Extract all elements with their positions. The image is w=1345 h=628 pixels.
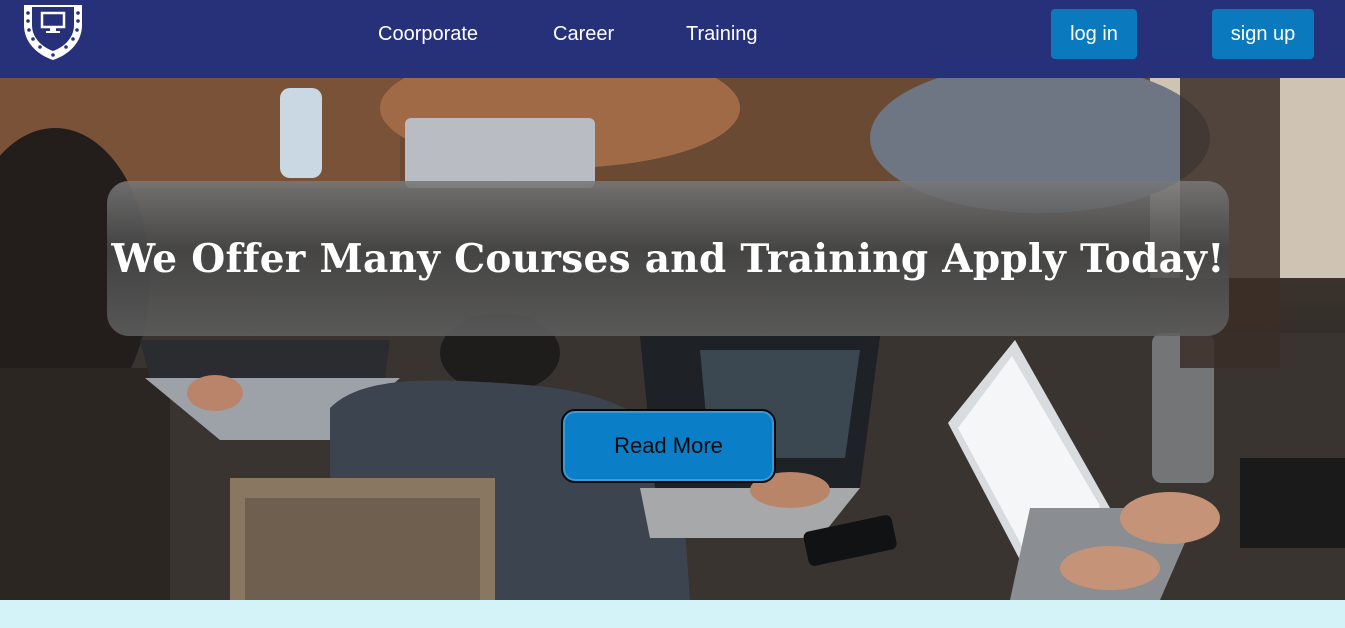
hero-banner: We Offer Many Courses and Training Apply…: [107, 181, 1229, 336]
shield-monitor-logo-icon[interactable]: [20, 3, 86, 61]
hero-headline: We Offer Many Courses and Training Apply…: [111, 235, 1225, 282]
signup-button[interactable]: sign up: [1212, 9, 1314, 59]
nav-link-training[interactable]: Training: [686, 22, 758, 46]
read-more-button[interactable]: Read More: [561, 409, 776, 483]
hero-background-image: [0, 78, 1345, 600]
nav-link-career[interactable]: Career: [553, 22, 614, 46]
navbar: Coorporate Career Training log in sign u…: [0, 0, 1345, 78]
footer-strip: [0, 600, 1345, 628]
hero-section: We Offer Many Courses and Training Apply…: [0, 78, 1345, 600]
login-button[interactable]: log in: [1051, 9, 1137, 59]
nav-link-coorporate[interactable]: Coorporate: [378, 22, 478, 46]
